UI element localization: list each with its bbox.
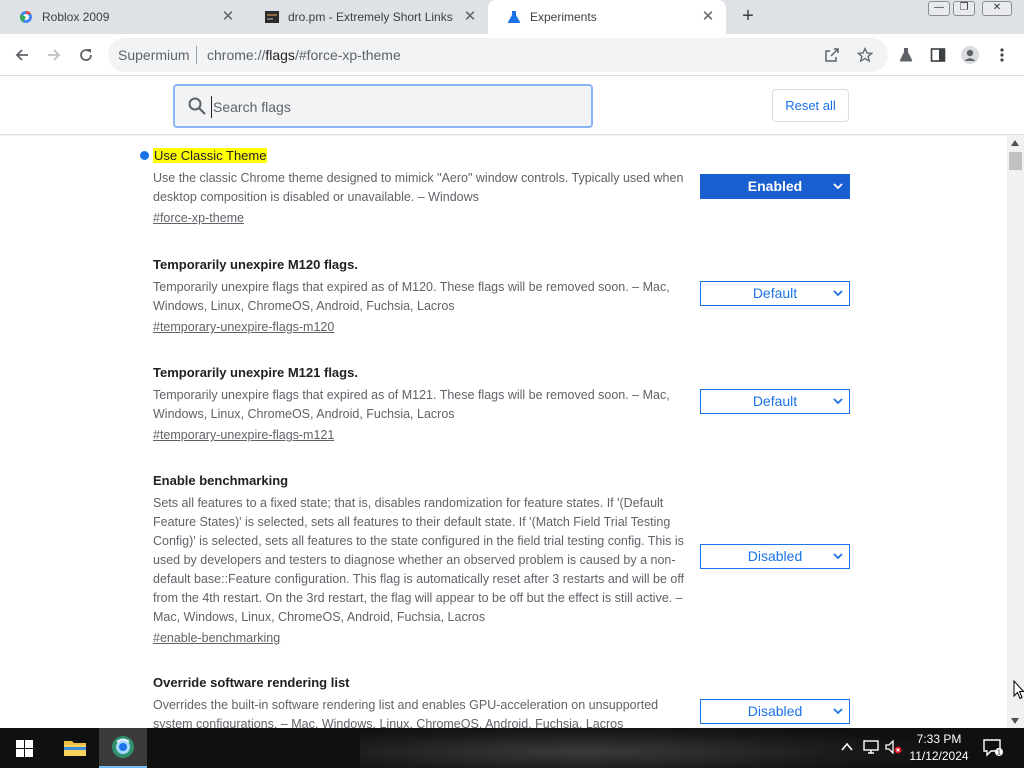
flag-title: Use Classic Theme [153, 148, 268, 163]
close-tab-icon[interactable]: ✕ [462, 9, 478, 25]
chevron-down-icon [833, 290, 843, 297]
browser-toolbar: Supermium chrome://flags/#force-xp-theme [0, 34, 1024, 76]
action-center-icon[interactable]: 1 [983, 739, 1003, 757]
browser-icon [112, 736, 134, 758]
omnibox-divider [196, 46, 197, 64]
side-panel-icon[interactable] [926, 43, 950, 67]
minimize-button[interactable]: — [928, 1, 950, 16]
scrollbar-thumb[interactable] [1009, 152, 1022, 170]
flag-link[interactable]: #temporary-unexpire-flags-m120 [153, 320, 334, 334]
flag-state-select[interactable]: Disabled [700, 699, 850, 724]
tab-title: Experiments [530, 10, 597, 24]
share-icon[interactable] [820, 43, 844, 67]
reload-icon[interactable] [74, 43, 98, 67]
browser-brand-label: Supermium [118, 47, 190, 63]
clock-date: 11/12/2024 [909, 749, 969, 763]
restore-button[interactable]: ❐ [953, 1, 975, 16]
chevron-down-icon [833, 553, 843, 560]
flag-link[interactable]: #force-xp-theme [153, 211, 244, 225]
scroll-up-arrow-icon[interactable] [1011, 140, 1019, 146]
close-window-button[interactable]: ✕ [982, 1, 1012, 16]
flag-link[interactable]: #enable-benchmarking [153, 631, 280, 645]
reset-all-button[interactable]: Reset all [772, 89, 849, 122]
svg-text:1: 1 [997, 750, 1001, 757]
chevron-down-icon [833, 398, 843, 405]
new-tab-button[interactable]: + [737, 5, 759, 27]
flags-list: Use Classic Theme Use the classic Chrome… [0, 136, 1007, 728]
tab-title: Roblox 2009 [42, 10, 110, 24]
windows-logo-icon [15, 739, 33, 757]
flags-search-header: Reset all [0, 77, 1024, 135]
tab-roblox[interactable]: Roblox 2009 ✕ [0, 0, 246, 34]
menu-kebab-icon[interactable] [990, 43, 1014, 67]
url-text[interactable]: chrome://flags/#force-xp-theme [207, 47, 401, 63]
forward-arrow-icon[interactable] [42, 43, 66, 67]
search-box[interactable] [173, 84, 593, 128]
mouse-cursor-icon [1013, 680, 1024, 700]
browser-taskbar-button[interactable] [99, 728, 147, 768]
flag-state-select[interactable]: Default [700, 389, 850, 414]
chevron-down-icon [833, 183, 843, 190]
clock-time: 7:33 PM [916, 732, 962, 746]
flask-icon [506, 9, 522, 25]
flag-link[interactable]: #temporary-unexpire-flags-m121 [153, 428, 334, 442]
tab-strip: Roblox 2009 ✕ dro.pm - Extremely Short L… [0, 0, 1024, 34]
extensions-flask-icon[interactable] [894, 43, 918, 67]
start-button[interactable] [0, 728, 48, 768]
tab-dro-pm[interactable]: dro.pm - Extremely Short Links ✕ [246, 0, 488, 34]
flag-state-select[interactable]: Default [700, 281, 850, 306]
scroll-down-arrow-icon[interactable] [1011, 718, 1019, 724]
search-icon [187, 96, 207, 116]
file-explorer-button[interactable] [51, 728, 99, 768]
system-clock[interactable]: 7:33 PM 11/12/2024 [902, 731, 976, 765]
address-bar[interactable]: Supermium chrome://flags/#force-xp-theme [108, 38, 888, 72]
flag-title: Temporarily unexpire M120 flags. [153, 257, 358, 272]
volume-muted-icon[interactable] [885, 739, 903, 756]
flag-description: Sets all features to a fixed state; that… [153, 496, 685, 624]
flag-title: Temporarily unexpire M121 flags. [153, 365, 358, 380]
network-icon[interactable] [862, 740, 880, 756]
chrome-globe-icon [18, 9, 34, 25]
tab-title: dro.pm - Extremely Short Links [288, 10, 453, 24]
file-explorer-icon [64, 741, 86, 756]
modified-indicator [140, 151, 149, 160]
tab-experiments[interactable]: Experiments ✕ [488, 0, 726, 34]
flag-description: Overrides the built-in software renderin… [153, 698, 659, 728]
site-favicon-icon [264, 9, 280, 25]
back-arrow-icon[interactable] [10, 43, 34, 67]
profile-avatar-icon[interactable] [958, 43, 982, 67]
flag-description: Temporarily unexpire flags that expired … [153, 388, 670, 421]
flag-description: Temporarily unexpire flags that expired … [153, 280, 670, 313]
search-input[interactable] [211, 96, 581, 118]
bookmark-star-icon[interactable] [853, 43, 877, 67]
windows-taskbar: 7:33 PM 11/12/2024 1 [0, 728, 1024, 768]
flag-title: Override software rendering list [153, 675, 350, 690]
wallpaper-strip [360, 728, 920, 768]
show-hidden-icons-chevron-icon[interactable] [840, 740, 854, 756]
flag-title: Enable benchmarking [153, 473, 289, 488]
flag-state-select[interactable]: Disabled [700, 544, 850, 569]
chevron-down-icon [833, 708, 843, 715]
close-tab-icon[interactable]: ✕ [700, 9, 716, 25]
flag-description: Use the classic Chrome theme designed to… [153, 171, 684, 204]
close-tab-icon[interactable]: ✕ [220, 9, 236, 25]
flag-state-select[interactable]: Enabled [700, 174, 850, 199]
vertical-scrollbar[interactable] [1007, 136, 1024, 728]
